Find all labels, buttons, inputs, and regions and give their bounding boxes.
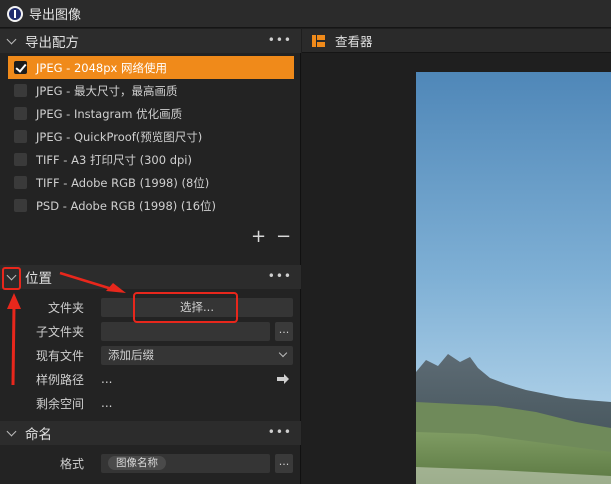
location-section-title: 位置 — [25, 271, 52, 287]
format-options-button[interactable]: ... — [275, 453, 293, 473]
app-logo-icon — [7, 5, 23, 22]
checkbox[interactable] — [14, 107, 27, 120]
recipe-item[interactable]: TIFF - Adobe RGB (1998) (8位) — [8, 171, 294, 194]
subfolder-input[interactable] — [101, 321, 270, 341]
recipe-list: JPEG - 2048px 网络使用 JPEG - 最大尺寸，最高画质 JPEG… — [8, 56, 294, 217]
folder-row: 文件夹 选择... — [0, 296, 301, 318]
chevron-down-icon[interactable] — [7, 36, 17, 46]
more-options-icon[interactable]: ••• — [268, 270, 292, 282]
viewer-icon — [312, 34, 325, 47]
recipe-item[interactable]: JPEG - Instagram 优化画质 — [8, 102, 294, 125]
recipe-label: JPEG - 最大尺寸，最高画质 — [36, 83, 178, 98]
naming-section-title: 命名 — [25, 427, 52, 443]
existing-files-value: 添加后缀 — [108, 348, 154, 362]
checkbox[interactable] — [14, 61, 27, 74]
sample-path-row: 样例路径 ... — [0, 368, 301, 390]
next-row — [0, 476, 301, 484]
title-bar: 导出图像 — [0, 0, 611, 28]
choose-button-label: 选择... — [180, 300, 214, 314]
more-options-icon[interactable]: ••• — [268, 426, 292, 438]
format-row: 格式 图像名称 ... — [0, 452, 301, 474]
free-space-label: 剩余空间 — [35, 396, 84, 411]
more-options-icon[interactable]: ••• — [268, 34, 292, 46]
naming-section-header[interactable]: 命名 ••• — [0, 421, 301, 445]
choose-folder-button[interactable]: 选择... — [101, 297, 293, 317]
window-title: 导出图像 — [29, 8, 82, 23]
folder-label: 文件夹 — [47, 300, 84, 315]
recipe-item[interactable]: JPEG - 最大尺寸，最高画质 — [8, 79, 294, 102]
chevron-down-icon[interactable] — [7, 428, 17, 438]
checkbox[interactable] — [14, 153, 27, 166]
existing-files-label: 现有文件 — [35, 348, 84, 363]
recipe-item[interactable]: JPEG - 2048px 网络使用 — [8, 56, 294, 79]
recipe-item[interactable]: TIFF - A3 打印尺寸 (300 dpi) — [8, 148, 294, 171]
subfolder-label: 子文件夹 — [35, 324, 84, 339]
recipes-section-header[interactable]: 导出配方 ••• — [0, 29, 301, 53]
recipe-label: JPEG - QuickProof(预览图尺寸) — [36, 129, 203, 144]
checkbox[interactable] — [14, 199, 27, 212]
existing-files-row: 现有文件 添加后缀 — [0, 344, 301, 366]
free-space-value: ... — [101, 396, 113, 410]
sample-path-label: 样例路径 — [35, 372, 84, 387]
recipe-item[interactable]: PSD - Adobe RGB (1998) (16位) — [8, 194, 294, 217]
viewer-header: 查看器 — [302, 29, 611, 53]
arrow-right-icon[interactable] — [276, 373, 290, 385]
chevron-down-icon — [278, 348, 288, 357]
format-token[interactable]: 图像名称 — [108, 456, 166, 470]
sample-path-value: ... — [101, 372, 113, 386]
recipe-label: TIFF - Adobe RGB (1998) (8位) — [36, 175, 210, 190]
checkbox[interactable] — [14, 176, 27, 189]
recipe-label: JPEG - 2048px 网络使用 — [36, 60, 167, 75]
remove-recipe-button[interactable]: − — [276, 228, 291, 246]
subfolder-row: 子文件夹 ... — [0, 320, 301, 342]
preview-image[interactable] — [416, 72, 611, 484]
add-recipe-button[interactable]: + — [251, 228, 266, 246]
recipe-label: PSD - Adobe RGB (1998) (16位) — [36, 198, 217, 213]
recipes-section-title: 导出配方 — [25, 35, 79, 51]
format-input[interactable]: 图像名称 — [101, 453, 270, 473]
free-space-row: 剩余空间 ... — [0, 392, 301, 414]
existing-files-select[interactable]: 添加后缀 — [101, 345, 293, 365]
viewer-title: 查看器 — [335, 34, 373, 49]
viewer-panel: 查看器 — [302, 29, 611, 484]
recipe-label: JPEG - Instagram 优化画质 — [36, 106, 183, 121]
recipe-label: TIFF - A3 打印尺寸 (300 dpi) — [36, 152, 192, 167]
checkbox[interactable] — [14, 130, 27, 143]
left-panel: 导出配方 ••• JPEG - 2048px 网络使用 JPEG - 最大尺寸，… — [0, 29, 301, 484]
subfolder-browse-button[interactable]: ... — [275, 321, 293, 341]
checkbox[interactable] — [14, 84, 27, 97]
location-section-header[interactable]: 位置 ••• — [0, 265, 301, 289]
chevron-down-icon[interactable] — [7, 272, 17, 282]
format-label: 格式 — [59, 456, 84, 471]
recipe-item[interactable]: JPEG - QuickProof(预览图尺寸) — [8, 125, 294, 148]
